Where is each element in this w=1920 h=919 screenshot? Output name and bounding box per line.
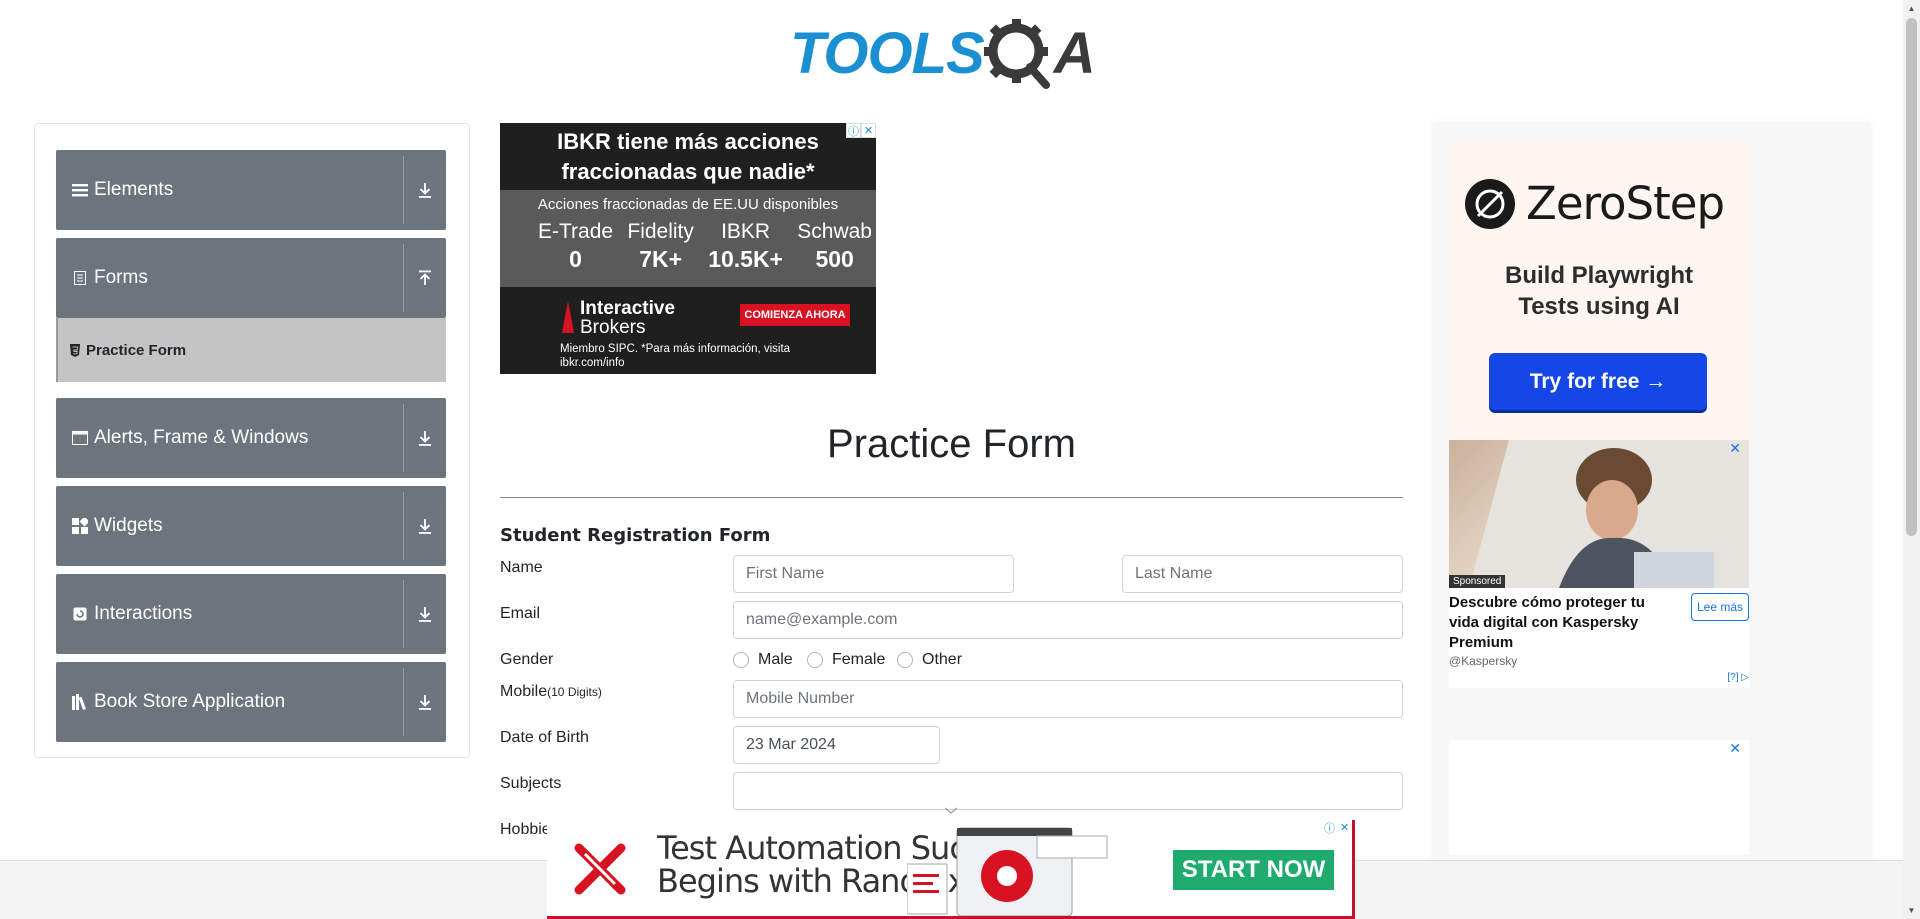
subjects-input[interactable] — [733, 772, 1403, 810]
date-of-birth-input[interactable]: 23 Mar 2024 — [733, 726, 940, 764]
try-for-free-button[interactable]: Try for free → — [1489, 353, 1707, 410]
sponsored-badge: Sponsored — [1449, 575, 1506, 588]
sidebar-group-label: Elements — [94, 179, 174, 200]
scroll-thumb[interactable] — [1906, 18, 1917, 536]
ad-kaspersky[interactable]: Sponsored ✕ Descubre cómo proteger tu vi… — [1449, 440, 1749, 688]
chevron-down-icon — [944, 807, 958, 814]
document-icon — [72, 270, 88, 286]
interactions-icon — [72, 606, 88, 622]
close-icon[interactable]: ✕ — [1729, 740, 1741, 757]
ad-photo — [1449, 440, 1749, 588]
sidebar-group-label: Alerts, Frame & Windows — [94, 427, 309, 448]
scroll-up-icon[interactable]: ▲ — [1903, 0, 1920, 17]
ad-headline[interactable]: Descubre cómo proteger tu vida digital c… — [1449, 593, 1679, 653]
hobbies-label: Hobbie — [500, 821, 551, 838]
sidebar-group-forms[interactable]: Forms — [56, 238, 446, 318]
ad-brand: Interactive Brokers — [580, 298, 676, 338]
adchoices-icon[interactable]: ⓘ — [1322, 820, 1337, 835]
books-icon — [72, 694, 88, 710]
subjects-label: Subjects — [500, 775, 562, 792]
gear-magnifier-icon — [983, 19, 1050, 89]
ranorex-logo-icon — [574, 843, 626, 895]
window-icon — [72, 430, 88, 446]
mobile-input[interactable]: Mobile Number — [733, 680, 1403, 718]
page-title: Practice Form — [827, 422, 1076, 466]
divider — [500, 497, 1403, 498]
sidebar-item-label: Practice Form — [86, 341, 187, 359]
sidebar-item-practice-form[interactable]: Practice Form — [56, 318, 446, 382]
sidebar-group-interactions[interactable]: Interactions — [56, 574, 446, 654]
close-icon[interactable]: ✕ — [1337, 820, 1352, 835]
dob-label: Date of Birth — [500, 729, 589, 746]
mobile-hint: (10 Digits) — [547, 685, 602, 699]
upload-arrow-icon[interactable] — [404, 270, 446, 286]
ad-column: Schwab 500 — [797, 220, 872, 272]
sidebar-group-widgets[interactable]: Widgets — [56, 486, 446, 566]
ad-title: IBKR tiene más acciones fraccionadas que… — [557, 129, 819, 184]
zerostep-logo-icon — [1465, 178, 1515, 229]
sidebar-group-label: Interactions — [94, 603, 193, 624]
sidebar-group-book-store[interactable]: Book Store Application — [56, 662, 446, 742]
adchoices-icon[interactable]: ⓘ — [846, 123, 861, 138]
ad-tagline: Build Playwright Tests using AI — [1504, 262, 1693, 320]
ad-fine-print: Miembro SIPC. *Para más información, vis… — [560, 343, 791, 369]
adchoices-icon[interactable]: [?] ▷ — [1727, 672, 1749, 683]
close-icon[interactable]: ✕ — [1729, 440, 1741, 457]
sidebar: Elements Forms Practice Form Alerts, Fra… — [34, 123, 470, 758]
ad-subtitle: Acciones fraccionadas de EE.UU disponibl… — [537, 196, 839, 213]
start-now-button[interactable]: START NOW — [1173, 850, 1334, 890]
gender-radio-female[interactable]: Female — [807, 651, 885, 669]
ad-advertiser: @Kaspersky — [1449, 654, 1518, 668]
read-more-button[interactable]: Lee más — [1691, 593, 1749, 621]
first-name-input[interactable]: First Name — [733, 555, 1014, 593]
ad-column: IBKR 10.5K+ — [708, 220, 783, 272]
ad-ranorex[interactable]: Test Automation Success Begins with Ranor… — [547, 820, 1355, 919]
gender-radio-male[interactable]: Male — [733, 651, 793, 669]
gender-radio-other[interactable]: Other — [897, 651, 962, 669]
scrollbar[interactable]: ▲ ▼ — [1903, 0, 1920, 919]
hamburger-icon — [72, 182, 88, 198]
ad-brand: ZeroStep — [1526, 177, 1725, 230]
sidebar-group-label: Forms — [94, 267, 148, 288]
sidebar-group-alerts[interactable]: Alerts, Frame & Windows — [56, 398, 446, 478]
scroll-down-icon[interactable]: ▼ — [1903, 902, 1920, 919]
sidebar-group-label: Book Store Application — [94, 691, 286, 712]
ibkr-logo-icon — [562, 301, 574, 333]
download-arrow-icon[interactable] — [404, 694, 446, 710]
radio-circle[interactable] — [897, 652, 913, 668]
ad-cta-button[interactable]: COMIENZA AHORA — [740, 304, 850, 326]
radio-circle[interactable] — [807, 652, 823, 668]
sidebar-group-elements[interactable]: Elements — [56, 150, 446, 230]
email-label: Email — [500, 605, 541, 622]
ad-illustration — [907, 827, 1108, 916]
html-file-icon — [70, 343, 80, 357]
last-name-input[interactable]: Last Name — [1122, 555, 1403, 593]
logo-text: TOOLS — [790, 20, 985, 86]
mobile-label: Mobile(10 Digits) — [500, 683, 602, 700]
ad-zerostep[interactable]: ZeroStep Build Playwright Tests using AI… — [1449, 140, 1749, 440]
close-icon[interactable]: ✕ — [861, 123, 876, 138]
gender-label: Gender — [500, 651, 554, 668]
ad-placeholder: ✕ — [1449, 740, 1749, 855]
download-arrow-icon[interactable] — [404, 430, 446, 446]
ad-column: Fidelity 7K+ — [627, 220, 694, 272]
download-arrow-icon[interactable] — [404, 182, 446, 198]
download-arrow-icon[interactable] — [404, 518, 446, 534]
radio-circle[interactable] — [733, 652, 749, 668]
ad-column: E-Trade 0 — [538, 220, 614, 272]
name-label: Name — [500, 559, 543, 576]
ad-banner-ibkr[interactable]: IBKR tiene más acciones fraccionadas que… — [500, 123, 876, 374]
email-input[interactable]: name@example.com — [733, 601, 1403, 639]
form-heading: Student Registration Form — [500, 525, 771, 546]
widgets-icon — [72, 518, 88, 534]
download-arrow-icon[interactable] — [404, 606, 446, 622]
toolsqa-logo[interactable]: TOOLS A — [790, 14, 1096, 92]
sidebar-group-label: Widgets — [94, 515, 163, 536]
